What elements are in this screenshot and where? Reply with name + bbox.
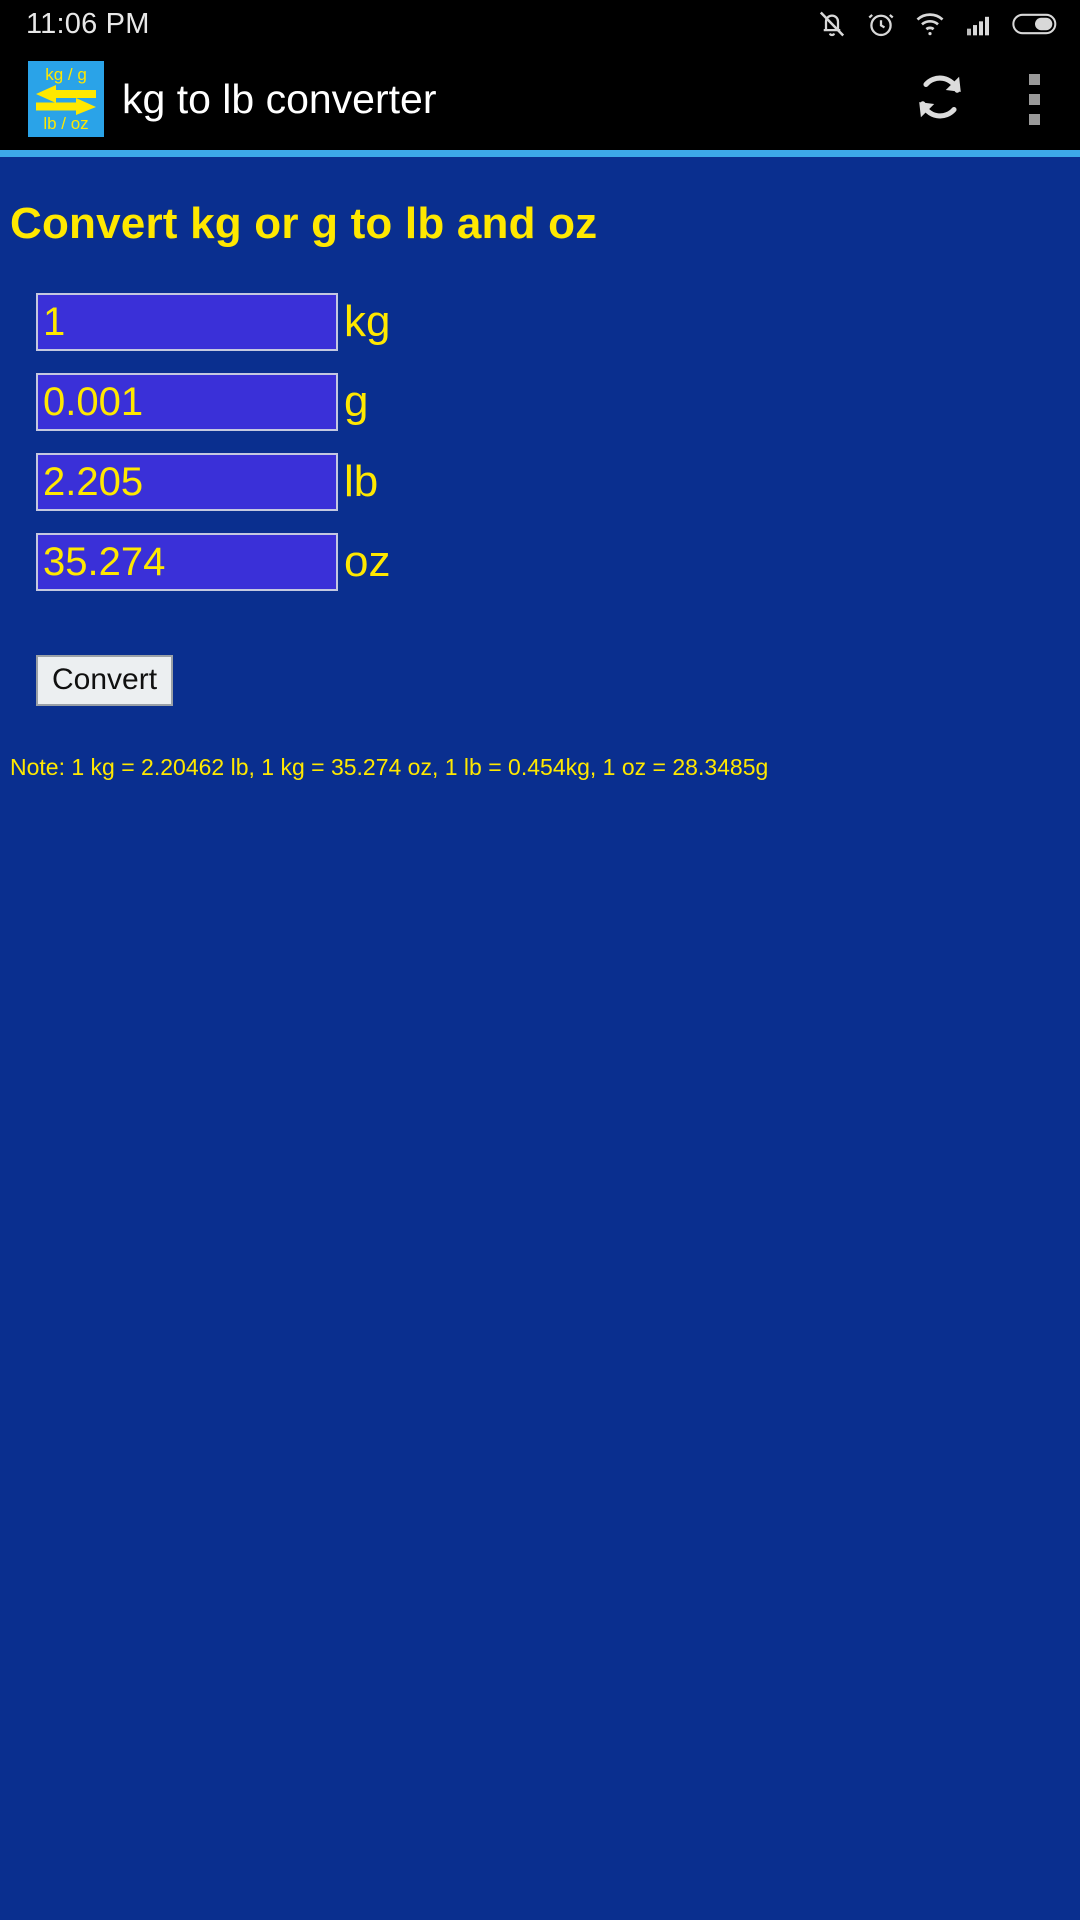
g-input[interactable] [36,373,338,431]
app-logo-bottom-label: lb / oz [43,114,89,133]
field-row-kg: kg [36,293,1080,351]
oz-unit-label: oz [344,537,391,586]
converter-fields: kg g lb oz [0,293,1080,591]
app-logo-arrows [36,85,96,115]
refresh-button[interactable] [911,68,969,131]
overflow-menu-button[interactable] [1029,73,1040,125]
app-bar-divider [0,150,1080,157]
menu-dot [1029,113,1040,125]
main-content: Convert kg or g to lb and oz kg g lb oz … [0,157,1080,1920]
mute-bell-icon [816,8,848,40]
convert-button[interactable]: Convert [36,655,174,706]
app-title: kg to lb converter [122,75,437,122]
field-row-lb: lb [36,453,1080,511]
status-bar-icons [816,0,1058,48]
overflow-menu-icon [1029,73,1040,125]
lb-unit-label: lb [344,457,379,506]
field-row-oz: oz [36,533,1080,591]
battery-icon [1012,8,1058,40]
app-logo-icon: kg / g lb / oz [28,61,104,137]
oz-input[interactable] [36,533,338,591]
g-unit-label: g [344,377,369,426]
wifi-icon [914,8,946,40]
status-bar: 11:06 PM [0,0,1080,48]
cellular-signal-icon [963,8,995,40]
app-bar: kg / g lb / oz kg to lb converter [0,48,1080,150]
app-logo-top-label: kg / g [45,65,87,84]
menu-dot [1029,93,1040,105]
refresh-icon [911,68,969,131]
status-bar-clock: 11:06 PM [26,7,150,40]
lb-input[interactable] [36,453,338,511]
kg-input[interactable] [36,293,338,351]
kg-unit-label: kg [344,297,391,346]
field-row-g: g [36,373,1080,431]
app-bar-actions [911,68,1052,131]
menu-dot [1029,73,1040,85]
page-title: Convert kg or g to lb and oz [10,199,598,248]
conversion-note: Note: 1 kg = 2.20462 lb, 1 kg = 35.274 o… [10,754,769,780]
alarm-clock-icon [865,8,897,40]
